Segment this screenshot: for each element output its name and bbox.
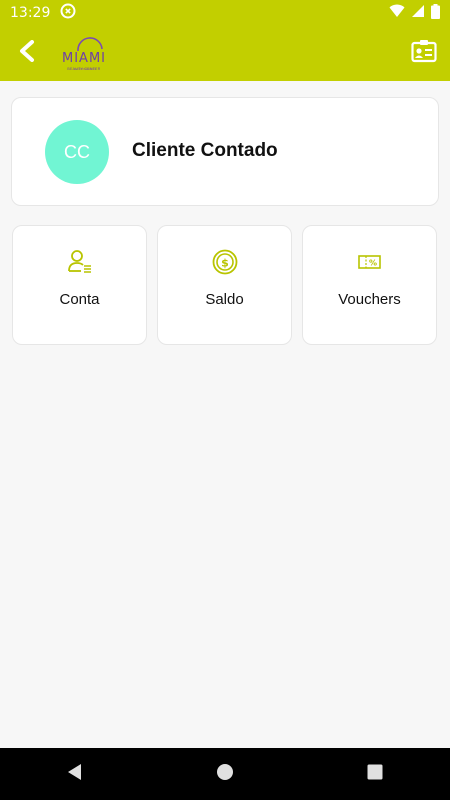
back-triangle-icon (66, 763, 84, 786)
brand-logo: MIAMI BEAUTY CENTER (56, 29, 112, 77)
avatar-initials: CC (64, 141, 90, 162)
menu-tiles: Conta $ Saldo % Vouchers (12, 225, 438, 345)
back-button[interactable] (14, 39, 42, 67)
profile-card: CC Cliente Contado (11, 97, 439, 206)
coin-dollar-icon: $ (211, 248, 239, 276)
tile-saldo[interactable]: $ Saldo (157, 225, 292, 345)
chevron-left-icon (18, 39, 38, 67)
status-time: 13:29 (10, 4, 51, 21)
tile-vouchers[interactable]: % Vouchers (302, 225, 437, 345)
recents-square-icon (367, 764, 383, 785)
battery-icon (431, 3, 440, 22)
logo-subtext: BEAUTY CENTER (67, 67, 101, 71)
tile-conta[interactable]: Conta (12, 225, 147, 345)
system-nav-bar (0, 748, 450, 800)
voucher-percent-icon: % (356, 248, 384, 276)
avatar: CC (45, 120, 109, 184)
profile-name: Cliente Contado (132, 140, 278, 161)
status-bar: 13:29 (0, 0, 450, 25)
signal-icon (411, 4, 425, 21)
svg-text:%: % (368, 259, 376, 268)
logo-text: MIAMI (62, 51, 106, 66)
nav-back-button[interactable] (55, 754, 95, 794)
status-right (389, 3, 440, 22)
svg-text:$: $ (221, 257, 229, 270)
tile-label-conta: Conta (59, 291, 100, 308)
contact-card-icon (411, 39, 437, 68)
sync-icon (60, 3, 76, 22)
tile-label-vouchers: Vouchers (338, 291, 401, 308)
user-list-icon (66, 248, 94, 276)
contact-card-button[interactable] (410, 39, 438, 67)
home-circle-icon (216, 763, 234, 786)
wifi-icon (389, 4, 405, 21)
app-bar: MIAMI BEAUTY CENTER (0, 25, 450, 81)
tile-label-saldo: Saldo (205, 291, 244, 308)
nav-home-button[interactable] (205, 754, 245, 794)
status-left: 13:29 (10, 3, 76, 22)
nav-recents-button[interactable] (355, 754, 395, 794)
